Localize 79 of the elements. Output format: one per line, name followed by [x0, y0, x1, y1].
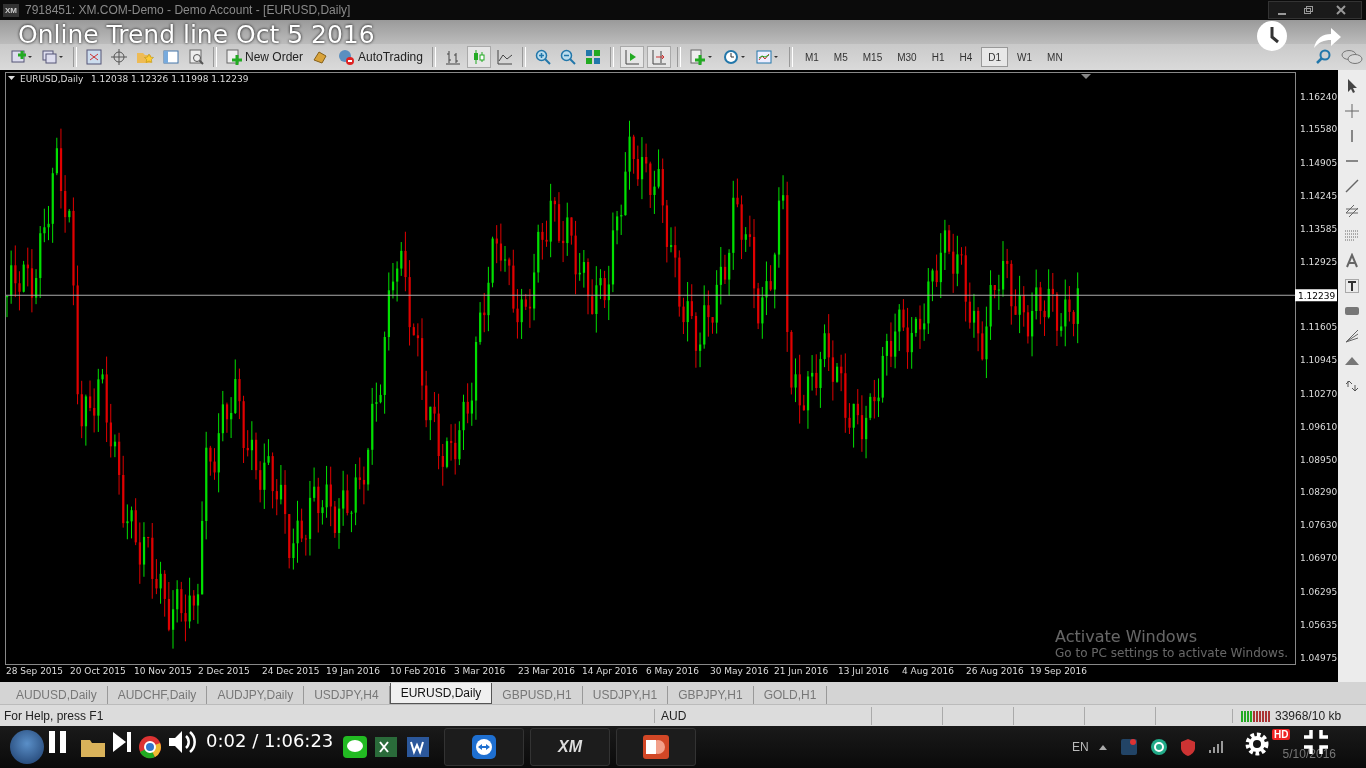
timeframe-button[interactable]: M1 [798, 47, 825, 67]
crosshair-icon[interactable] [108, 46, 130, 68]
restore-icon [1303, 5, 1313, 15]
close-button[interactable] [1321, 2, 1361, 18]
candlestick-icon[interactable] [466, 46, 491, 68]
app-logo: XM [3, 3, 19, 17]
date-label: 3 Mar 2016 [454, 666, 506, 676]
clock-icon[interactable] [1257, 21, 1287, 51]
date-label: 26 Aug 2016 [966, 666, 1024, 676]
price-label: 1.14905 [1300, 158, 1338, 168]
close-icon [1336, 5, 1346, 15]
date-label: 20 Oct 2015 [70, 666, 126, 676]
new-order-icon [226, 49, 242, 65]
volume-icon[interactable] [168, 729, 196, 755]
status-field: AUD [654, 708, 871, 723]
current-price-label: 1.12239 [1295, 289, 1337, 302]
date-label: 4 Aug 2016 [902, 666, 954, 676]
new-order-button[interactable]: New Order [223, 46, 306, 68]
timeframe-button[interactable]: D1 [981, 47, 1009, 67]
window-title: 7918451: XM.COM-Demo - Demo Account - [EURUSD,Daily] [25, 3, 352, 17]
price-label: 1.04975 [1300, 652, 1338, 663]
dropdown-icon [8, 76, 15, 80]
language-indicator[interactable]: EN [1071, 740, 1089, 754]
price-label: 1.13585 [1300, 223, 1338, 234]
date-label: 24 Dec 2015 [262, 666, 320, 676]
activation-title: Activate Windows [1055, 628, 1198, 646]
start-button[interactable] [10, 730, 44, 764]
price-label: 1.05635 [1300, 619, 1338, 630]
price-label: 1.08290 [1300, 487, 1338, 498]
taskbar-app-button[interactable]: XM [530, 728, 610, 766]
date-label: 19 Sep 2016 [1030, 666, 1088, 676]
help-text: For Help, press F1 [3, 708, 105, 723]
connection-bars-icon [1241, 709, 1271, 722]
price-label: 1.06970 [1300, 553, 1338, 564]
next-icon[interactable] [112, 731, 132, 753]
minimize-icon [1278, 12, 1286, 15]
price-label: 1.10270 [1300, 388, 1338, 399]
price-label: 1.10945 [1300, 355, 1338, 366]
date-label: 10 Nov 2015 [134, 666, 192, 676]
timeframe-button[interactable]: M15 [856, 47, 889, 67]
price-label: 1.14245 [1300, 190, 1338, 201]
chart-tab[interactable]: EURUSD,Daily [389, 683, 493, 704]
price-label: 1.07630 [1300, 520, 1338, 531]
video-time: 0:02 / 1:06:23 [206, 730, 334, 751]
video-title: Online Trend line Oct 5 2016 [18, 20, 375, 49]
timeframe-button[interactable]: M5 [827, 47, 854, 67]
auto-trading-button[interactable]: AutoTrading [334, 46, 426, 68]
price-label: 1.06295 [1300, 586, 1338, 597]
hd-badge: HD [1272, 729, 1291, 740]
date-label: 10 Feb 2016 [390, 666, 446, 676]
timeframe-button[interactable]: M30 [891, 47, 923, 67]
price-label: 1.15580 [1300, 124, 1338, 135]
timeframe-button[interactable]: H4 [953, 47, 979, 67]
date-label: 19 Jan 2016 [326, 666, 380, 676]
date-label: 28 Sep 2015 [6, 666, 64, 676]
date-label: 6 May 2016 [646, 666, 699, 676]
date-label: 14 Apr 2016 [582, 666, 638, 676]
price-label: 1.16240 [1300, 91, 1338, 102]
date-label: 21 Jun 2016 [774, 666, 829, 676]
price-label: 1.08950 [1300, 454, 1338, 465]
timeframe-button[interactable]: W1 [1011, 47, 1039, 67]
price-label: 1.11605 [1300, 322, 1338, 333]
timeframe-button[interactable]: MN [1041, 47, 1069, 67]
date-label: 13 Jul 2016 [838, 666, 889, 676]
date-label: 30 May 2016 [710, 666, 769, 676]
activation-text: Go to PC settings to activate Windows. [1055, 646, 1288, 661]
auto-scroll-icon[interactable] [619, 46, 644, 68]
chart-symbol: EURUSD,Daily [20, 74, 84, 84]
price-label: 1.09610 [1300, 421, 1338, 432]
traffic-text: 33968/10 kb [1275, 708, 1342, 723]
pause-icon[interactable] [48, 730, 68, 754]
settings-icon[interactable] [1244, 731, 1270, 757]
chart-quotes: 1.12038 1.12326 1.11998 1.12239 [91, 74, 249, 84]
timeframe-button[interactable]: H1 [925, 47, 951, 67]
auto-trading-icon [337, 49, 355, 65]
date-label: 23 Mar 2016 [518, 666, 576, 676]
date-label: 2 Dec 2015 [198, 666, 250, 676]
minimize-button[interactable] [1269, 2, 1295, 18]
price-label: 1.12925 [1300, 256, 1338, 267]
